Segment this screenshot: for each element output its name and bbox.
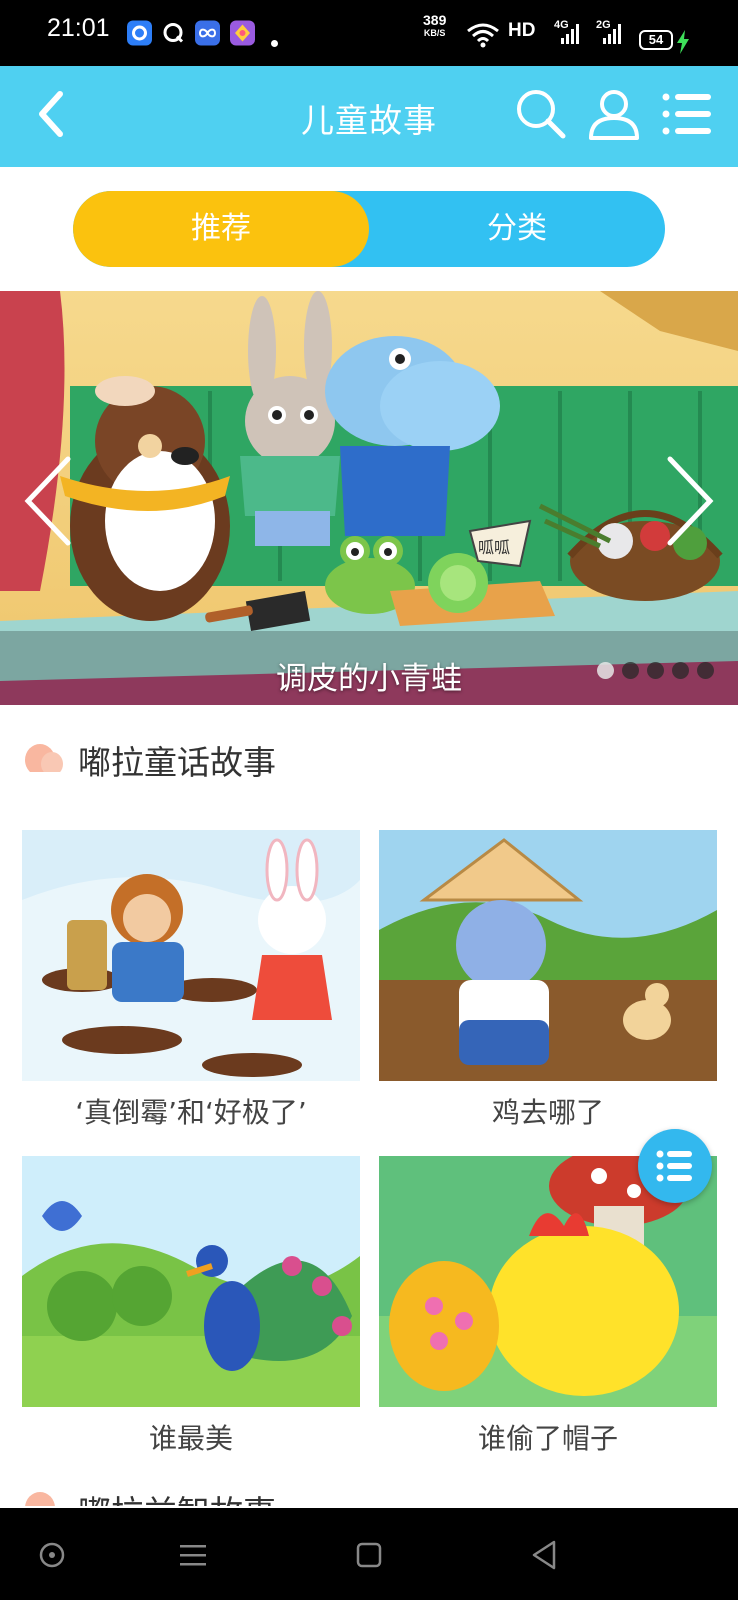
battery-indicator: 54	[639, 30, 673, 50]
cloud-icon	[25, 744, 63, 776]
story-card[interactable]: 鸡去哪了	[379, 830, 717, 1131]
story-thumbnail	[22, 830, 360, 1081]
app-header: 儿童故事	[0, 66, 738, 167]
infinity-app-icon	[195, 20, 220, 46]
list-icon	[656, 1150, 692, 1182]
story-title: 谁最美	[148, 1422, 233, 1455]
charging-icon	[677, 30, 689, 54]
banner-carousel[interactable]: 呱呱 调皮的小青蛙	[0, 291, 738, 705]
banner-sign-text: 呱呱	[478, 538, 510, 557]
home-icon[interactable]	[344, 1530, 394, 1580]
menu-button[interactable]	[657, 84, 717, 144]
story-title: ‘真倒霉’和‘好极了’	[75, 1096, 307, 1129]
next-section-header: 嘟拉益智故事	[22, 1488, 322, 1506]
gallery-app-icon	[230, 20, 255, 46]
recent-apps-icon[interactable]	[168, 1530, 218, 1580]
story-title: 鸡去哪了	[491, 1096, 604, 1129]
banner-pagination	[597, 662, 714, 679]
tab-recommended[interactable]: 推荐	[73, 191, 369, 267]
cloud-icon	[25, 1492, 55, 1506]
user-button[interactable]	[584, 84, 644, 144]
assistant-circle-icon[interactable]	[27, 1530, 77, 1580]
banner-next-arrow-icon[interactable]	[660, 451, 720, 551]
back-triangle-icon[interactable]	[520, 1530, 570, 1580]
qq-browser-icon	[161, 20, 186, 46]
hd-voice-label: HD	[508, 20, 536, 41]
app-notification-icon	[127, 20, 152, 46]
floating-list-button[interactable]	[638, 1129, 712, 1203]
banner-prev-arrow-icon[interactable]	[18, 451, 78, 551]
pagination-dot[interactable]	[647, 662, 664, 679]
more-notifications-dot	[271, 40, 278, 47]
tab-category[interactable]: 分类	[369, 191, 665, 267]
user-icon	[589, 90, 639, 140]
story-title: 谁偷了帽子	[477, 1422, 618, 1455]
story-card[interactable]: ‘真倒霉’和‘好极了’	[22, 830, 360, 1131]
list-menu-icon	[662, 93, 711, 135]
pagination-dot[interactable]	[697, 662, 714, 679]
section-title: 嘟拉益智故事	[78, 1488, 276, 1506]
system-nav-bar	[0, 1508, 738, 1600]
search-button[interactable]	[511, 84, 571, 144]
status-bar: 21:01 389 KB/S HD 4G 2G 54	[0, 0, 738, 66]
story-thumbnail	[22, 1156, 360, 1407]
banner-image: 呱呱	[0, 291, 738, 705]
story-thumbnail	[379, 830, 717, 1081]
pagination-dot[interactable]	[672, 662, 689, 679]
pagination-dot[interactable]	[622, 662, 639, 679]
segment-tabs: 分类 推荐	[73, 191, 665, 267]
search-icon	[517, 90, 566, 139]
signal2-bars-icon	[603, 24, 621, 44]
section-header: 嘟拉童话故事	[22, 735, 276, 785]
section-title: 嘟拉童话故事	[78, 743, 276, 782]
status-time: 21:01	[47, 14, 110, 42]
network-speed: 389 KB/S	[423, 12, 447, 38]
pagination-dot[interactable]	[597, 662, 614, 679]
wifi-icon	[467, 23, 499, 48]
story-card[interactable]: 谁最美	[22, 1156, 360, 1457]
signal1-bars-icon	[561, 24, 579, 44]
